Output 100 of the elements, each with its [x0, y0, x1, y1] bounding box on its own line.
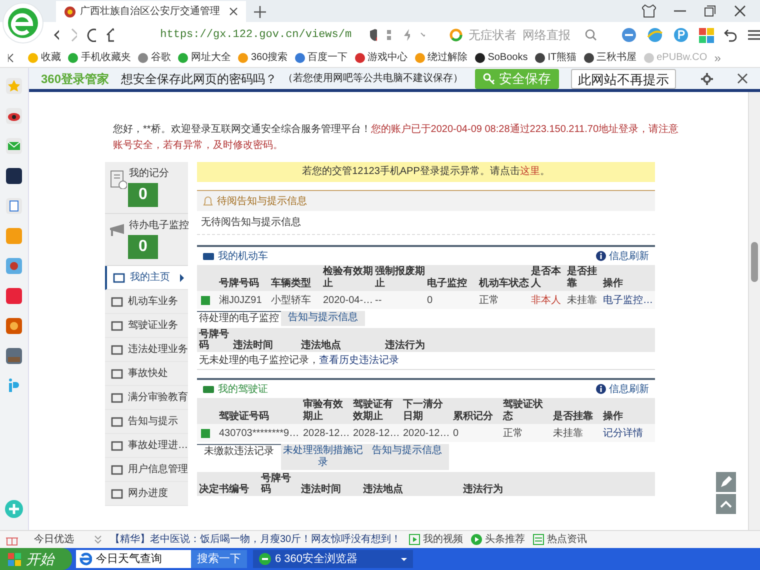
refresh-link[interactable]: 信息刷新: [596, 382, 649, 396]
scrollbar[interactable]: [748, 92, 760, 530]
bookmark-item[interactable]: IT熊猫: [534, 50, 577, 65]
more-bookmarks-button[interactable]: »: [714, 48, 721, 66]
app-icon[interactable]: [6, 168, 22, 184]
bookmark-item[interactable]: SoBooks: [474, 50, 528, 65]
nav-item[interactable]: 违法处理业务: [105, 338, 188, 362]
column-header: 违法地点: [301, 340, 342, 351]
browser-tab[interactable]: 广西壮族自治区公安厅交通管理: [56, 1, 246, 22]
back-to-top-icon[interactable]: [716, 494, 736, 514]
search-button[interactable]: 搜索一下: [191, 550, 247, 568]
nav-item[interactable]: 满分审验教育: [105, 386, 188, 410]
bookmark-icon: [178, 52, 188, 62]
close-icon[interactable]: [734, 5, 746, 17]
column-header: 违法时间: [301, 484, 342, 495]
nav-item[interactable]: 网办进度: [105, 482, 188, 506]
bookmark-item[interactable]: 网址大全: [178, 50, 231, 65]
column-header: 机动车状态: [479, 278, 530, 290]
news-headline-link[interactable]: 【精华】老中医说：饭后喝一物，月瘦30斤！网友惊呼没有想到！: [110, 532, 402, 547]
refresh-link[interactable]: 信息刷新: [596, 248, 649, 264]
bookmark-icon: [68, 52, 78, 62]
reload-icon[interactable]: [86, 28, 96, 42]
nav-item[interactable]: 驾驶证业务: [105, 314, 188, 338]
mail-icon[interactable]: [6, 138, 22, 154]
tab[interactable]: 告知与提示信息: [281, 311, 365, 326]
app-icon[interactable]: [6, 348, 22, 364]
news-link[interactable]: 热点资讯: [533, 532, 588, 547]
bookmark-icon: [354, 52, 365, 62]
close-icon[interactable]: [229, 7, 238, 16]
table-cell-text: 非本人: [531, 294, 562, 308]
app-icon[interactable]: [6, 258, 22, 274]
table-cell-text: 正常: [479, 294, 500, 308]
bookmark-item[interactable]: 手机收藏夹: [68, 50, 131, 65]
table-cell-text: 小型轿车: [271, 294, 312, 308]
undo-icon[interactable]: [724, 28, 738, 42]
taskbar-item[interactable]: 6 360安全浏览器: [253, 550, 413, 568]
nav-icon: [111, 488, 123, 500]
add-icon[interactable]: [5, 500, 23, 518]
news-link[interactable]: 头条推荐: [471, 532, 526, 547]
bookmark-item[interactable]: 收藏: [28, 50, 61, 65]
shield-icon[interactable]: [369, 28, 378, 42]
document-icon[interactable]: [6, 198, 22, 214]
browser-logo-icon: [78, 552, 92, 566]
shirt-icon[interactable]: [642, 4, 656, 18]
section-title: 待阅告知与提示信息: [217, 194, 307, 208]
column-header: 违法行为: [385, 340, 426, 351]
news-link[interactable]: 我的视频: [409, 532, 464, 547]
dismiss-button[interactable]: 此网站不再提示: [571, 68, 676, 88]
nav-item[interactable]: 告知与提示: [105, 410, 188, 434]
close-icon[interactable]: [737, 73, 748, 84]
column-header: 是否本人: [531, 266, 562, 290]
start-button[interactable]: 开始: [0, 548, 72, 570]
nav-icon: [111, 464, 123, 476]
here-link[interactable]: 这里: [520, 166, 540, 177]
eye-icon[interactable]: [6, 108, 22, 124]
globe-icon[interactable]: [647, 27, 663, 43]
nav-icon: [111, 440, 123, 452]
status-square-icon: [201, 428, 210, 438]
menu-icon[interactable]: [748, 29, 760, 41]
bookmark-item[interactable]: 360搜索: [238, 50, 288, 65]
browser-logo-icon: [259, 553, 271, 565]
document-icon: [109, 170, 127, 189]
restore-icon[interactable]: [704, 5, 716, 17]
bookmark-icon: [414, 52, 425, 62]
star-icon[interactable]: [6, 78, 22, 94]
tab[interactable]: 告知与提示信息: [365, 444, 449, 470]
apps-icon[interactable]: [699, 28, 714, 42]
nav-item[interactable]: 机动车业务: [105, 290, 188, 314]
bookmark-icon: [584, 52, 594, 62]
column-header: 强制报废期止: [375, 266, 426, 290]
nav-item[interactable]: 事故快处: [105, 362, 188, 386]
lightning-icon[interactable]: [403, 29, 410, 41]
scrollbar-thumb[interactable]: [751, 242, 758, 282]
nav-item[interactable]: 用户信息管理: [105, 458, 188, 482]
p-circle-icon[interactable]: [673, 27, 689, 43]
chevron-icon[interactable]: [94, 535, 102, 544]
tab[interactable]: 未处理强制措施记录: [281, 444, 365, 470]
p-letter-icon[interactable]: [6, 378, 22, 394]
status-square-icon: [201, 296, 210, 304]
new-tab-icon[interactable]: [254, 6, 266, 18]
bookmark-icon: [474, 52, 485, 62]
nav-item[interactable]: 我的主页: [105, 266, 188, 290]
action-link[interactable]: 记分详情: [603, 426, 655, 440]
search-field[interactable]: 今日天气查询: [76, 550, 191, 568]
action-link[interactable]: 电子监控…: [603, 292, 655, 308]
search-icon[interactable]: [585, 29, 597, 41]
settings-icon[interactable]: [701, 72, 713, 84]
nav-icon: [111, 344, 123, 356]
minus-circle-icon[interactable]: [621, 27, 637, 43]
history-link[interactable]: 查看历史违法记录: [319, 355, 399, 366]
address-field[interactable]: https://gx.122.gov.cn/views/m: [160, 26, 352, 44]
bookmark-icon: [644, 52, 654, 62]
bookmark-item[interactable]: 绕过解除: [414, 50, 468, 65]
edit-icon[interactable]: [716, 472, 736, 492]
nav-item[interactable]: 事故处理进…: [105, 434, 188, 458]
bookmark-item[interactable]: 谷歌: [138, 50, 171, 65]
bookmark-item[interactable]: 百度一下: [294, 50, 348, 65]
back-icon[interactable]: [52, 28, 60, 42]
bookmark-item[interactable]: 游戏中心: [354, 50, 408, 65]
bookmark-item[interactable]: 三秋书屋: [584, 50, 637, 65]
